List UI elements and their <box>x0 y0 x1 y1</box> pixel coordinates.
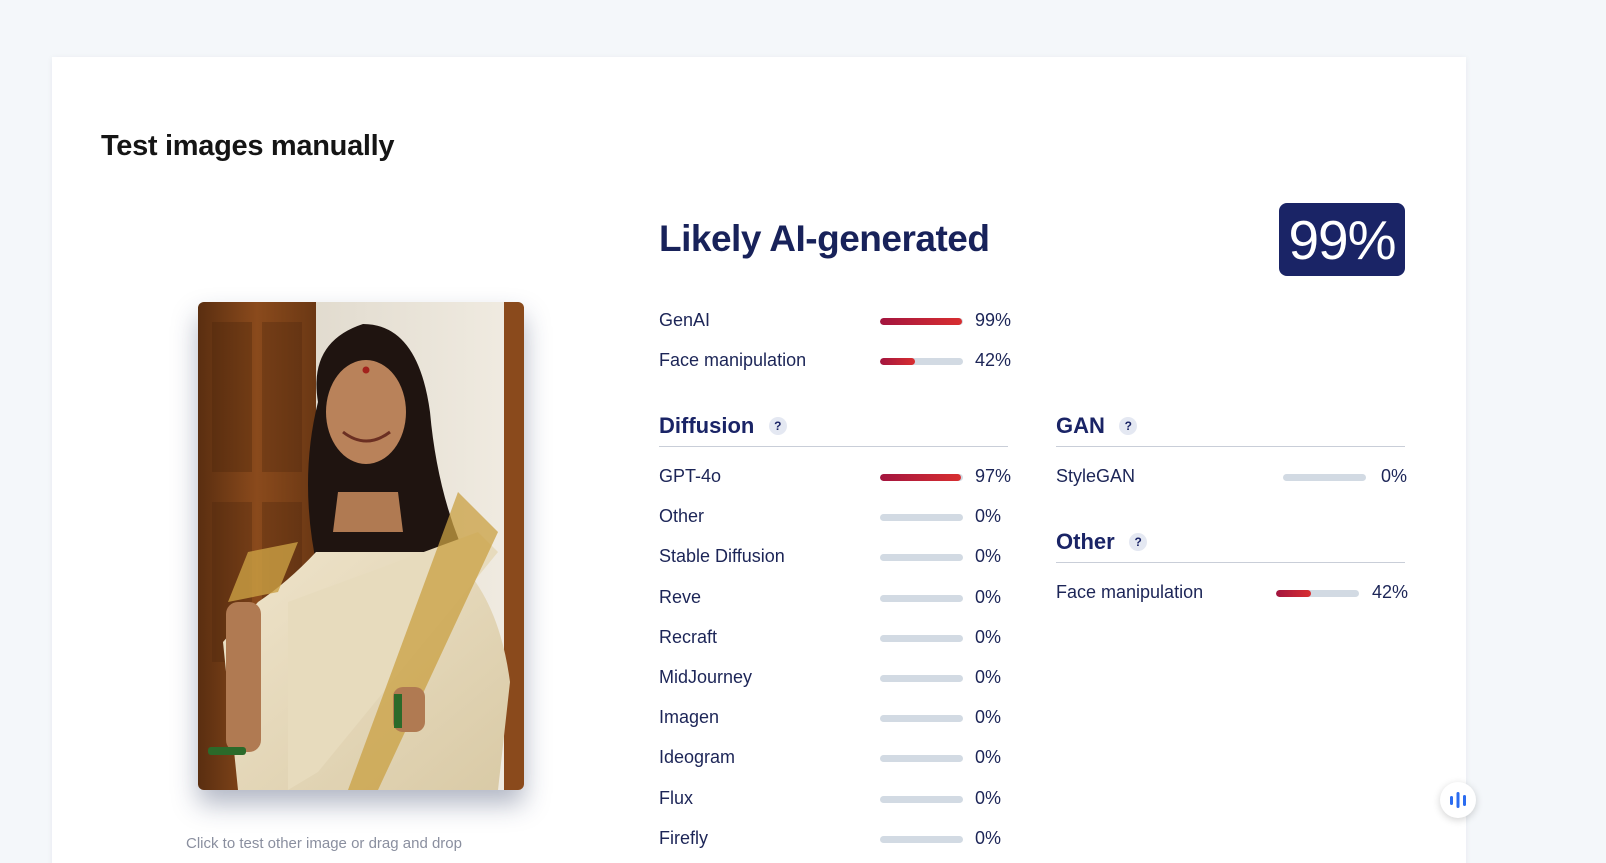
score-percent: 0% <box>975 788 1002 808</box>
score-bar <box>880 675 963 682</box>
score-percent: 0% <box>975 506 1002 526</box>
other-title: Other <box>1056 529 1115 554</box>
score-bar <box>880 358 963 365</box>
gan-section-header: GAN ? <box>1056 413 1405 447</box>
verdict-heading: Likely AI-generated <box>659 218 990 259</box>
score-bar-fill <box>1276 590 1311 597</box>
uploaded-image[interactable] <box>198 302 524 790</box>
score-bar-fill <box>880 358 915 365</box>
diffusion-section-header: Diffusion ? <box>659 413 1008 447</box>
score-label: Face manipulation <box>659 350 807 370</box>
score-label: Face manipulation <box>1056 582 1204 602</box>
score-row-ideogram: Ideogram 0% <box>659 747 1019 769</box>
score-bar <box>880 635 963 642</box>
score-row-genai: GenAI 99% <box>659 310 1019 332</box>
score-bar-fill <box>880 474 961 481</box>
score-row-face-manipulation: Face manipulation 42% <box>659 350 1019 372</box>
score-percent: 42% <box>975 350 1012 370</box>
upload-hint[interactable]: Click to test other image or drag and dr… <box>186 835 546 852</box>
score-row-other: Other 0% <box>659 506 1019 528</box>
overall-score-badge: 99% <box>1279 203 1405 276</box>
score-percent: 42% <box>1372 582 1409 602</box>
score-percent: 0% <box>975 546 1002 566</box>
score-label: Ideogram <box>659 747 736 767</box>
score-row-reve: Reve 0% <box>659 587 1019 609</box>
score-row-firefly: Firefly 0% <box>659 828 1019 850</box>
score-percent: 0% <box>1381 466 1408 486</box>
score-label: Stable Diffusion <box>659 546 785 566</box>
score-row-stable-diffusion: Stable Diffusion 0% <box>659 546 1019 568</box>
score-label: GenAI <box>659 310 711 330</box>
question-icon[interactable]: ? <box>1129 533 1148 551</box>
score-percent: 0% <box>975 587 1002 607</box>
audio-bars-icon <box>1450 792 1466 808</box>
score-percent: 0% <box>975 667 1002 687</box>
score-label: Recraft <box>659 627 718 647</box>
portrait-photo <box>198 302 524 790</box>
score-label: Flux <box>659 788 694 808</box>
score-row-other-face-manipulation: Face manipulation 42% <box>1056 582 1416 604</box>
score-label: GPT-4o <box>659 466 722 486</box>
score-label: Other <box>659 506 705 526</box>
question-icon[interactable]: ? <box>1119 417 1138 435</box>
score-percent: 0% <box>975 707 1002 727</box>
diffusion-title: Diffusion <box>659 413 755 438</box>
question-icon[interactable]: ? <box>768 417 787 435</box>
audio-assistant-button[interactable] <box>1440 782 1476 818</box>
score-row-flux: Flux 0% <box>659 788 1019 810</box>
score-bar <box>880 318 963 325</box>
score-bar <box>880 514 963 521</box>
score-bar <box>880 796 963 803</box>
score-bar <box>880 595 963 602</box>
score-bar <box>880 474 963 481</box>
score-bar <box>880 755 963 762</box>
score-bar <box>1283 474 1366 481</box>
score-label: Imagen <box>659 707 720 727</box>
score-label: MidJourney <box>659 667 753 687</box>
score-bar-fill <box>880 318 963 325</box>
score-percent: 0% <box>975 828 1002 848</box>
score-row-stylegan: StyleGAN 0% <box>1056 466 1416 488</box>
other-section-header: Other ? <box>1056 529 1405 563</box>
score-bar <box>880 836 963 843</box>
gan-title: GAN <box>1056 413 1105 438</box>
score-percent: 0% <box>975 747 1002 767</box>
score-bar <box>1276 590 1359 597</box>
score-row-imagen: Imagen 0% <box>659 707 1019 729</box>
score-row-recraft: Recraft 0% <box>659 627 1019 649</box>
score-label: StyleGAN <box>1056 466 1136 486</box>
score-percent: 97% <box>975 466 1012 486</box>
score-label: Reve <box>659 587 702 607</box>
page-title: Test images manually <box>101 130 395 162</box>
score-bar <box>880 715 963 722</box>
score-label: Firefly <box>659 828 708 848</box>
score-percent: 0% <box>975 627 1002 647</box>
score-bar <box>880 554 963 561</box>
score-row-midjourney: MidJourney 0% <box>659 667 1019 689</box>
score-row-gpt-4o: GPT-4o 97% <box>659 466 1019 488</box>
score-percent: 99% <box>975 310 1012 330</box>
